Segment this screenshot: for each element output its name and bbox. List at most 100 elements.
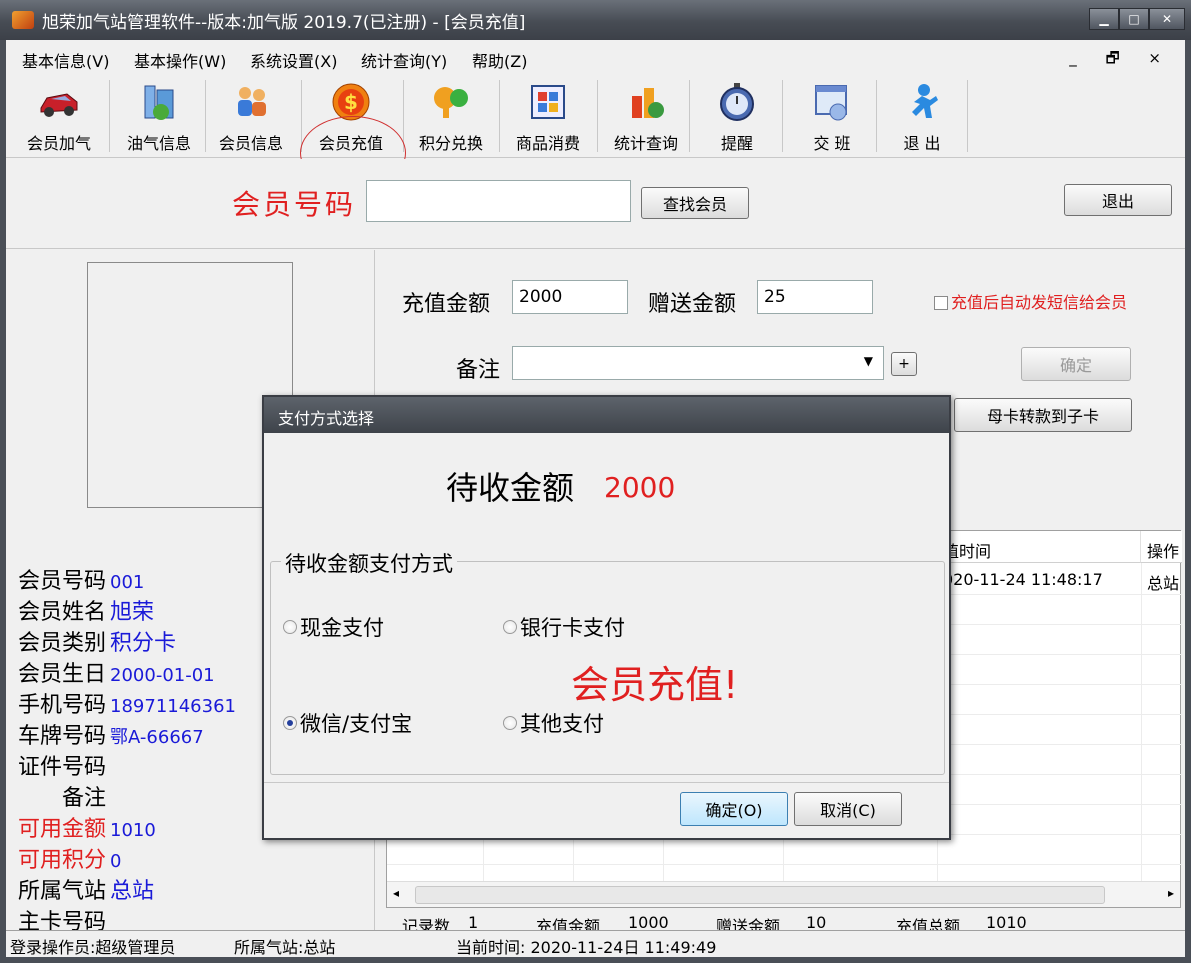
maximize-icon[interactable]: □ xyxy=(1119,8,1149,30)
toolbar-member-refuel[interactable]: 会员加气 xyxy=(10,78,108,156)
member-field-label: 会员生日 xyxy=(18,662,107,687)
remark-combobox[interactable]: ▼ xyxy=(512,346,884,380)
member-field-row: 车牌号码 鄂A-66667 xyxy=(18,718,204,749)
toolbar-label: 统计查询 xyxy=(613,134,678,153)
menu-settings[interactable]: 系统设置(X) xyxy=(250,48,337,72)
bonus-amount-input[interactable] xyxy=(757,280,873,314)
toolbar-label: 积分兑换 xyxy=(418,134,483,153)
member-field-value: 001 xyxy=(110,572,145,593)
horizontal-scrollbar[interactable]: ◂ ▸ xyxy=(387,881,1180,907)
operator-status: 登录操作员:超级管理员 xyxy=(10,938,176,957)
dialog-title[interactable]: 支付方式选择 xyxy=(264,397,949,433)
search-bar: 会员号码 查找会员 退出 xyxy=(6,159,1185,249)
toolbar-reminder[interactable]: 提醒 xyxy=(688,78,786,156)
dialog-ok-button[interactable]: 确定(O) xyxy=(680,792,788,826)
bonus-amount-label: 赠送金额 xyxy=(648,292,737,317)
member-field-row: 备注 xyxy=(18,780,110,811)
member-field-row: 会员生日 2000-01-01 xyxy=(18,656,215,687)
member-number-label: 会员号码 xyxy=(232,188,357,221)
toolbar-gas-info[interactable]: 油气信息 xyxy=(110,78,208,156)
confirm-button[interactable]: 确定 xyxy=(1021,347,1131,381)
chevron-down-icon[interactable]: ▼ xyxy=(864,354,873,368)
window-title: 旭荣加气站管理软件--版本:加气版 2019.7(已注册) - [会员充值] xyxy=(42,13,526,33)
transfer-to-subcard-button[interactable]: 母卡转款到子卡 xyxy=(954,398,1132,432)
current-time-status: 当前时间: 2020-11-24日 11:49:49 xyxy=(456,938,717,957)
member-field-value: 鄂A-66667 xyxy=(110,727,204,748)
sms-checkbox[interactable]: 充值后自动发短信给会员 xyxy=(934,289,1127,313)
toolbar-statistics[interactable]: 统计查询 xyxy=(597,78,695,156)
menu-bar: 基本信息(V) 基本操作(W) 系统设置(X) 统计查询(Y) 帮助(Z) _ … xyxy=(6,40,1185,76)
member-field-row: 可用积分 0 xyxy=(18,842,122,873)
scroll-right-icon[interactable]: ▸ xyxy=(1168,886,1174,900)
menu-basic-info[interactable]: 基本信息(V) xyxy=(22,48,109,72)
member-field-label: 车牌号码 xyxy=(18,724,107,749)
recharge-amount-input[interactable] xyxy=(512,280,628,314)
cell-time: 020-11-24 11:48:17 xyxy=(943,570,1103,589)
payment-method-group: 待收金额支付方式 现金支付 银行卡支付 微信/支付宝 其他支付 会员充值! xyxy=(270,548,945,775)
toolbar-label: 会员信息 xyxy=(218,134,283,153)
mdi-window-controls[interactable]: _ 🗗 × xyxy=(1069,48,1173,73)
member-field-row: 所属气站 总站 xyxy=(18,873,155,904)
member-field-row: 可用金额 1010 xyxy=(18,811,156,842)
scroll-left-icon[interactable]: ◂ xyxy=(393,886,399,900)
radio-icon xyxy=(503,620,517,634)
title-bar[interactable]: 旭荣加气站管理软件--版本:加气版 2019.7(已注册) - [会员充值] ▁… xyxy=(0,0,1191,40)
people-icon xyxy=(238,87,266,116)
member-field-value: 2000-01-01 xyxy=(110,665,215,686)
payment-group-title: 待收金额支付方式 xyxy=(281,548,457,578)
radio-other[interactable]: 其他支付 xyxy=(503,708,604,738)
toolbar-exit[interactable]: 退 出 xyxy=(873,78,971,156)
station-status: 所属气站:总站 xyxy=(234,938,336,957)
chart-icon xyxy=(632,88,664,118)
stopwatch-icon xyxy=(720,83,754,121)
member-field-label: 证件号码 xyxy=(18,755,107,780)
toolbar-member-info[interactable]: 会员信息 xyxy=(202,78,300,156)
member-field-value: 总站 xyxy=(110,879,155,904)
member-field-label: 会员号码 xyxy=(18,569,107,594)
beaker-icon xyxy=(144,85,174,120)
column-header-operation[interactable]: 操作 xyxy=(1141,531,1182,563)
member-field-value: 旭荣 xyxy=(110,600,155,625)
toolbar-points-exchange[interactable]: 积分兑换 xyxy=(402,78,500,156)
menu-basic-ops[interactable]: 基本操作(W) xyxy=(134,48,226,72)
window-grid-icon xyxy=(531,85,565,119)
member-field-label: 备注 xyxy=(18,786,107,811)
column-header-time[interactable]: 值时间 xyxy=(937,531,1141,563)
radio-bank-card[interactable]: 银行卡支付 xyxy=(503,612,625,642)
checkbox-icon xyxy=(934,296,948,310)
member-field-row: 证件号码 xyxy=(18,749,110,780)
minimize-icon[interactable]: ▁ xyxy=(1089,8,1119,30)
app-logo-icon xyxy=(12,11,34,29)
toolbar-goods-consume[interactable]: 商品消费 xyxy=(499,78,597,156)
radio-cash[interactable]: 现金支付 xyxy=(283,612,384,642)
toolbar-label: 提醒 xyxy=(720,134,753,153)
close-icon[interactable]: ✕ xyxy=(1149,8,1185,30)
member-field-row: 会员类别 积分卡 xyxy=(18,625,176,656)
member-field-value: 0 xyxy=(110,851,122,872)
member-field-row: 会员姓名 旭荣 xyxy=(18,594,155,625)
recharge-watermark: 会员充值! xyxy=(571,663,739,707)
member-field-label: 可用积分 xyxy=(18,848,107,873)
toolbar-shift-handover[interactable]: 交 班 xyxy=(783,78,881,156)
exit-button[interactable]: 退出 xyxy=(1064,184,1172,216)
recharge-amount-label: 充值金额 xyxy=(402,292,491,317)
menu-help[interactable]: 帮助(Z) xyxy=(472,48,527,72)
member-number-input[interactable] xyxy=(366,180,631,222)
cell-operation: 总站 xyxy=(1147,574,1180,593)
app-window: 旭荣加气站管理软件--版本:加气版 2019.7(已注册) - [会员充值] ▁… xyxy=(0,0,1191,963)
toolbar-label: 退 出 xyxy=(903,134,941,153)
toolbar: 会员加气 油气信息 会员信息 $ 会员充值 积分兑换 商品消费 统计查询 提醒 … xyxy=(6,76,1185,190)
menu-statistics[interactable]: 统计查询(Y) xyxy=(361,48,447,72)
radio-wechat-alipay[interactable]: 微信/支付宝 xyxy=(283,708,412,738)
sms-label: 充值后自动发短信给会员 xyxy=(951,293,1128,312)
radio-icon xyxy=(283,620,297,634)
member-field-value: 18971146361 xyxy=(110,696,236,717)
pending-amount-label: 待收金额 xyxy=(446,469,575,507)
scroll-thumb[interactable] xyxy=(415,886,1105,904)
toolbar-label: 油气信息 xyxy=(126,134,191,153)
add-remark-button[interactable]: + xyxy=(891,352,917,376)
toolbar-label: 交 班 xyxy=(813,134,851,153)
status-bar: 登录操作员:超级管理员 所属气站:总站 当前时间: 2020-11-24日 11… xyxy=(6,930,1185,957)
find-member-button[interactable]: 查找会员 xyxy=(641,187,749,219)
dialog-cancel-button[interactable]: 取消(C) xyxy=(794,792,902,826)
